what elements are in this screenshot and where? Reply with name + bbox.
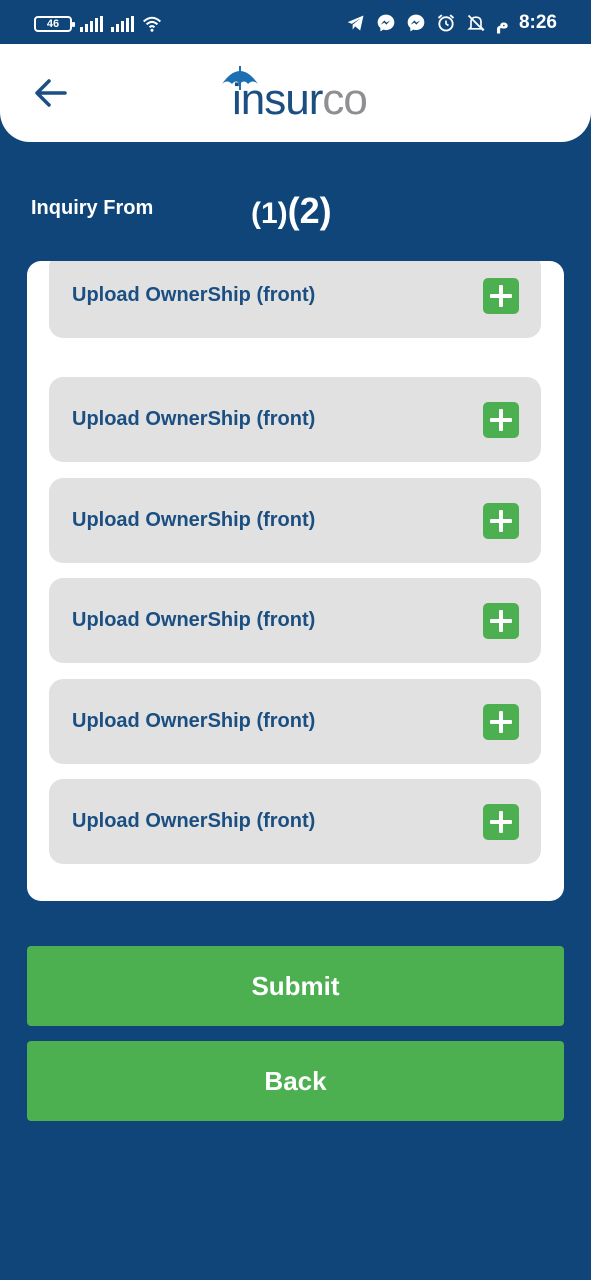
logo-wordmark: insurco — [232, 75, 368, 124]
mute-icon — [467, 14, 485, 32]
status-right: م 8:26 — [346, 12, 557, 34]
upload-ownership-label: Upload OwnerShip (front) — [72, 609, 316, 631]
insurco-logo: insurco — [220, 64, 380, 124]
messenger-icon — [377, 14, 395, 32]
telegram-icon — [347, 15, 364, 31]
logo-insur: insur — [232, 75, 323, 124]
upload-ownership-row[interactable]: Upload OwnerShip (front) — [49, 377, 541, 462]
status-time: 8:26 — [518, 12, 557, 33]
back-button[interactable]: Back — [27, 1041, 564, 1121]
signal-icon — [111, 16, 134, 32]
battery-icon: 46 — [34, 16, 75, 32]
upload-ownership-label: Upload OwnerShip (front) — [72, 810, 316, 832]
status-text: م — [495, 12, 509, 33]
add-plus-icon[interactable] — [483, 402, 519, 438]
status-bar: 46 م 8:26 — [0, 0, 591, 44]
upload-ownership-label: Upload OwnerShip (front) — [72, 509, 316, 531]
upload-ownership-row[interactable]: Upload OwnerShip (front) — [49, 779, 541, 864]
add-plus-icon[interactable] — [483, 278, 519, 314]
submit-button[interactable]: Submit — [27, 946, 564, 1026]
add-plus-icon[interactable] — [483, 704, 519, 740]
wifi-icon — [142, 16, 162, 32]
upload-ownership-row[interactable]: Upload OwnerShip (front) — [49, 578, 541, 663]
inquiry-label: Inquiry From — [31, 197, 154, 219]
upload-ownership-row[interactable]: Upload OwnerShip (front) — [49, 261, 541, 338]
step-2: (2) — [287, 190, 332, 231]
add-plus-icon[interactable] — [483, 503, 519, 539]
add-plus-icon[interactable] — [483, 804, 519, 840]
status-left: 46 — [34, 14, 162, 34]
alarm-icon — [437, 14, 454, 32]
upload-ownership-label: Upload OwnerShip (front) — [72, 408, 316, 430]
upload-card: Upload OwnerShip (front) Upload OwnerShi… — [27, 261, 564, 901]
upload-ownership-label: Upload OwnerShip (front) — [72, 710, 316, 732]
app-header: insurco — [0, 44, 591, 142]
signal-icon — [80, 16, 103, 32]
step-indicator: (1) (2) — [251, 190, 332, 232]
upload-ownership-label: Upload OwnerShip (front) — [72, 284, 316, 306]
upload-ownership-row[interactable]: Upload OwnerShip (front) — [49, 679, 541, 764]
step-1: (1) — [251, 197, 288, 230]
back-arrow-icon[interactable] — [30, 72, 72, 114]
logo-co: co — [322, 75, 367, 124]
add-plus-icon[interactable] — [483, 603, 519, 639]
upload-ownership-row[interactable]: Upload OwnerShip (front) — [49, 478, 541, 563]
messenger-icon — [407, 14, 425, 32]
